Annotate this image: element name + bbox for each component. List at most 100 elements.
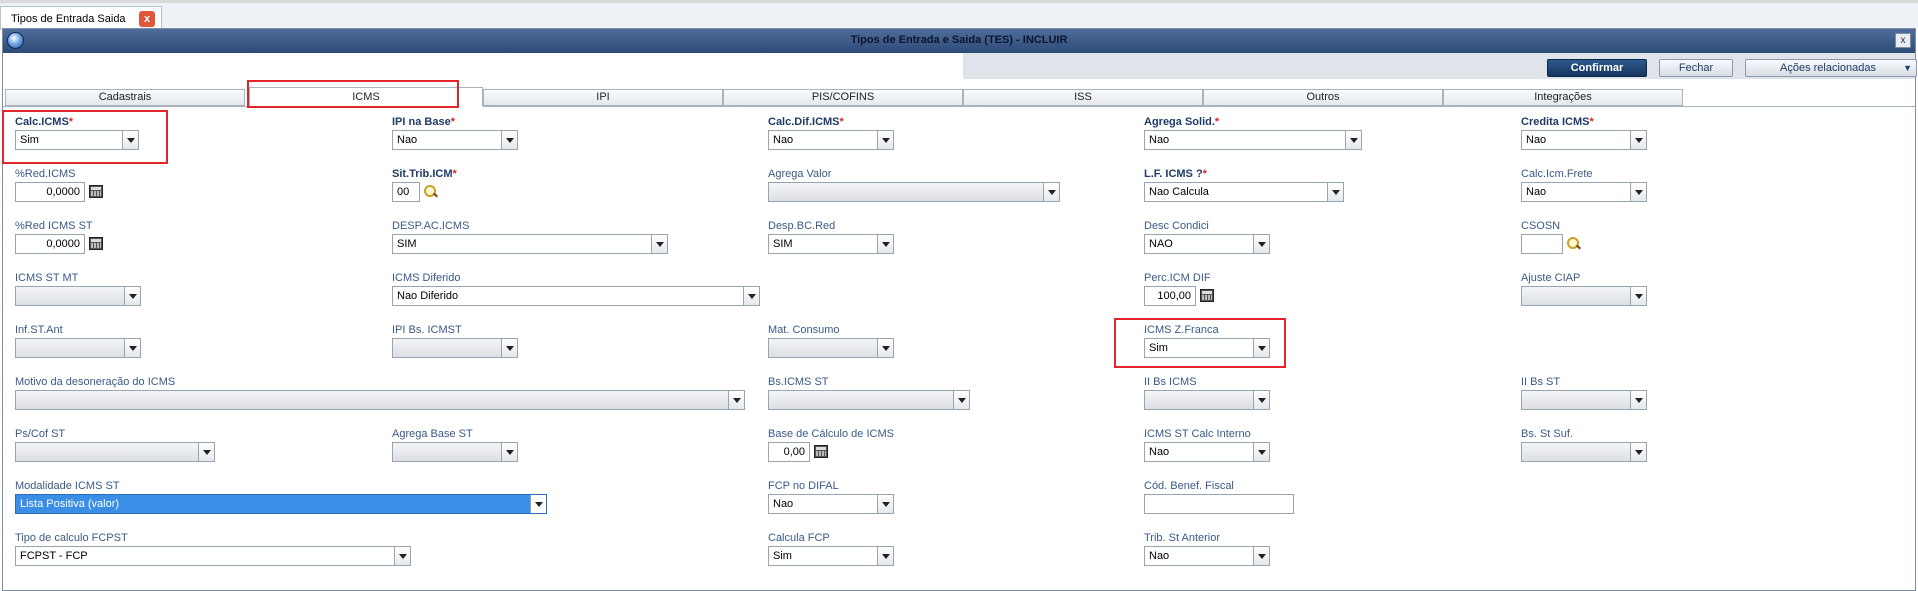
field-label: Calcula FCP [768,532,830,544]
red-icms-input[interactable]: 0,0000 [15,182,85,202]
field-label: Calc.Dif.ICMS* [768,116,844,128]
bs-icms-st-select[interactable] [768,390,970,410]
ii-bs-st-select[interactable] [1521,390,1647,410]
fcp-no-difal-select[interactable]: Nao [768,494,894,514]
icms-st-calc-interno-select[interactable]: Nao [1144,442,1270,462]
calc-dif-icms-select[interactable]: Nao [768,130,894,150]
tab-pis-cofins[interactable]: PIS/COFINS [723,89,963,106]
chevron-down-icon [877,495,893,513]
chevron-down-icon [530,495,546,513]
agrega-solid-select[interactable]: Nao [1144,130,1362,150]
window-close-button[interactable]: x [1895,33,1911,48]
calculator-icon[interactable] [1198,287,1216,305]
document-tab[interactable]: Tipos de Entrada Saida x [0,6,162,30]
chevron-down-icon [1630,443,1646,461]
cod-benef-fiscal-input[interactable] [1144,494,1294,514]
document-tab-strip: Tipos de Entrada Saida x [0,0,1918,30]
tab-integracoes[interactable]: Integrações [1443,89,1683,106]
related-actions-button[interactable]: Ações relacionadas ▼ [1745,59,1917,77]
perc-icm-dif-input[interactable]: 100,00 [1144,286,1196,306]
tipo-calculo-fcpst-select[interactable]: FCPST - FCP [15,546,411,566]
chevron-down-icon [1630,287,1646,305]
agrega-valor-select[interactable] [768,182,1060,202]
mat-consumo-select[interactable] [768,338,894,358]
calc-icm-frete-select[interactable]: Nao [1521,182,1647,202]
ipi-bs-icmst-select[interactable] [392,338,518,358]
window-title: Tipos de Entrada e Saida (TES) - INCLUIR [850,34,1068,46]
base-calculo-icms-input[interactable]: 0,00 [768,442,810,462]
inf-st-ant-select[interactable] [15,338,141,358]
search-icon[interactable] [1565,235,1583,253]
chevron-down-icon [1327,183,1343,201]
chevron-down-icon [728,391,744,409]
field-label: Mat. Consumo [768,324,840,336]
red-icms-st-input[interactable]: 0,0000 [15,234,85,254]
field-label: Bs. St Suf. [1521,428,1573,440]
chevron-down-icon [501,339,517,357]
credita-icms-select[interactable]: Nao [1521,130,1647,150]
lf-icms-select[interactable]: Nao Calcula [1144,182,1344,202]
tab-iss[interactable]: ISS [963,89,1203,106]
confirm-button[interactable]: Confirmar [1547,59,1647,77]
highlight-tab-icms [247,80,459,108]
chevron-down-icon [877,339,893,357]
field-label: Ps/Cof ST [15,428,66,440]
chevron-down-icon [953,391,969,409]
search-icon[interactable] [422,183,440,201]
calculator-icon[interactable] [87,235,105,253]
field-label: DESP.AC.ICMS [392,220,470,232]
tab-ipi[interactable]: IPI [483,89,723,106]
chevron-down-icon [1345,131,1361,149]
field-label: Desp.BC.Red [768,220,836,232]
desp-ac-icms-select[interactable]: SIM [392,234,668,254]
chevron-down-icon [1253,547,1269,565]
csosn-input[interactable] [1521,234,1563,254]
close-icon[interactable]: x [139,11,155,27]
motivo-desoneracao-select[interactable] [15,390,745,410]
tes-window: Tipos de Entrada e Saida (TES) - INCLUIR… [2,28,1917,591]
highlight-icms-z-franca [1114,318,1286,368]
field-label: Perc.ICM DIF [1144,272,1211,284]
desc-condici-select[interactable]: NAO [1144,234,1270,254]
field-label: IPI Bs. ICMST [392,324,462,336]
chevron-down-icon [501,443,517,461]
chevron-down-icon [501,131,517,149]
calculator-icon[interactable] [87,183,105,201]
ajuste-ciap-select[interactable] [1521,286,1647,306]
tab-outros[interactable]: Outros [1203,89,1443,106]
ps-cof-st-select[interactable] [15,442,215,462]
chevron-down-icon [743,287,759,305]
field-label: Base de Cálculo de ICMS [768,428,894,440]
related-actions-label: Ações relacionadas [1780,62,1877,74]
chevron-down-icon [1253,235,1269,253]
field-label: Ajuste CIAP [1521,272,1581,284]
icms-diferido-select[interactable]: Nao Diferido [392,286,760,306]
desp-bc-red-select[interactable]: SIM [768,234,894,254]
chevron-down-icon [1253,391,1269,409]
ipi-na-base-select[interactable]: Nao [392,130,518,150]
sit-trib-icm-input[interactable]: 00 [392,182,420,202]
chevron-down-icon [124,287,140,305]
tab-cadastrais[interactable]: Cadastrais [5,89,245,106]
icms-st-mt-select[interactable] [15,286,141,306]
field-label: Sit.Trib.ICM* [392,168,457,180]
modalidade-icms-st-select[interactable]: Lista Positiva (valor) [15,494,547,514]
document-tab-label: Tipos de Entrada Saida [11,12,126,25]
trib-st-anterior-select[interactable]: Nao [1144,546,1270,566]
chevron-down-icon [1630,391,1646,409]
agrega-base-st-select[interactable] [392,442,518,462]
field-label: Motivo da desoneração do ICMS [15,376,176,388]
field-label: ICMS ST MT [15,272,79,284]
chevron-down-icon [877,235,893,253]
chevron-down-icon [877,131,893,149]
calculator-icon[interactable] [812,443,830,461]
window-titlebar: Tipos de Entrada e Saida (TES) - INCLUIR… [3,29,1915,53]
bs-st-suf-select[interactable] [1521,442,1647,462]
calcula-fcp-select[interactable]: Sim [768,546,894,566]
ii-bs-icms-select[interactable] [1144,390,1270,410]
chevron-down-icon [1043,183,1059,201]
close-button[interactable]: Fechar [1659,59,1733,77]
highlight-calc-icms [2,110,168,164]
chevron-down-icon [1630,183,1646,201]
field-label: Trib. St Anterior [1144,532,1221,544]
